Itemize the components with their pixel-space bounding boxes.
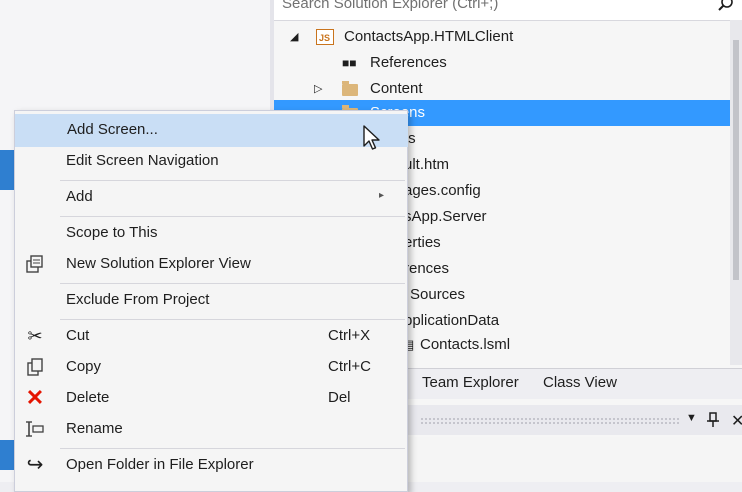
menu-item-scope-to-this[interactable]: Scope to This [15, 218, 406, 249]
scrollbar-thumb[interactable] [733, 40, 739, 280]
menu-item-label: Add [66, 188, 93, 205]
menu-separator [60, 448, 405, 449]
expanded-arrow-icon[interactable]: ◢ [290, 24, 298, 50]
menu-shortcut: Ctrl+C [328, 358, 371, 375]
menu-item-label: Rename [66, 420, 123, 437]
menu-separator [60, 319, 405, 320]
menu-item-delete[interactable]: ✕ Delete Del [15, 383, 406, 414]
menu-item-add-screen[interactable]: Add Screen... [15, 114, 408, 147]
tree-item-label: Sources [410, 286, 466, 303]
menu-item-label: Open Folder in File Explorer [66, 456, 254, 473]
tab-class-view[interactable]: Class View [543, 374, 617, 391]
mouse-cursor-icon [363, 125, 380, 150]
collapsed-arrow-icon[interactable]: ▷ [314, 76, 322, 102]
dropdown-arrow-icon[interactable]: ▼ [686, 412, 697, 424]
submenu-arrow-icon: ▸ [379, 190, 385, 201]
menu-item-label: Delete [66, 389, 110, 406]
new-view-icon [26, 255, 43, 273]
menu-shortcut: Del [328, 389, 351, 406]
menu-separator [60, 216, 405, 217]
menu-item-label: Scope to This [66, 224, 158, 241]
tree-item-label: ContactsApp.HTMLClient [344, 28, 514, 45]
menu-shortcut: Ctrl+X [328, 327, 371, 344]
menu-item-open-folder-in-file-explorer[interactable]: ↪ Open Folder in File Explorer [15, 450, 406, 481]
tree-item-label: sApp.Server [404, 208, 487, 225]
pin-icon[interactable] [706, 412, 720, 428]
copy-icon [27, 358, 43, 376]
javascript-project-icon: JS [316, 29, 334, 45]
scissors-icon: ✂ [27, 326, 43, 346]
menu-item-rename[interactable]: Rename [15, 414, 406, 445]
menu-item-cut[interactable]: ✂ Cut Ctrl+X [15, 321, 406, 352]
open-folder-icon: ↪ [26, 454, 44, 476]
svg-text:JS: JS [319, 33, 330, 43]
tree-item-label: References [370, 54, 447, 71]
tab-team-explorer[interactable]: Team Explorer [422, 374, 519, 391]
tree-item-htmlclient[interactable]: ◢ JS ContactsApp.HTMLClient [274, 24, 730, 50]
menu-item-edit-screen-navigation[interactable]: Edit Screen Navigation [15, 146, 406, 177]
rename-icon [26, 421, 44, 437]
tree-item-label: erties [404, 234, 441, 251]
menu-item-label: Exclude From Project [66, 291, 210, 308]
menu-item-label: Edit Screen Navigation [66, 152, 219, 169]
tree-item-references[interactable]: ■■ References [274, 50, 730, 76]
close-icon[interactable]: ✕ [731, 411, 742, 431]
properties-grip-pattern [420, 417, 680, 425]
left-selection-strip [0, 150, 14, 190]
tree-item-label: pplicationData [404, 312, 500, 329]
menu-item-exclude-from-project[interactable]: Exclude From Project [15, 285, 406, 316]
folder-icon [342, 81, 358, 96]
tree-item-label: Contacts.lsml [420, 336, 511, 353]
search-icon[interactable] [716, 0, 736, 14]
left-selection-strip [0, 440, 14, 470]
delete-icon: ✕ [25, 385, 45, 410]
menu-separator [60, 283, 405, 284]
menu-item-label: Add Screen... [67, 121, 158, 138]
tree-item-label: rences [404, 260, 450, 277]
menu-item-label: Cut [66, 327, 90, 344]
menu-separator [60, 180, 405, 181]
menu-item-label: New Solution Explorer View [66, 255, 251, 272]
tree-item-label: ult.htm [404, 156, 450, 173]
menu-item-add[interactable]: Add ▸ [15, 182, 406, 213]
tree-item-content[interactable]: ▷ Content [274, 76, 730, 102]
tree-item-label: Content [370, 80, 423, 97]
tree-item-label: ages.config [404, 182, 481, 199]
menu-item-label: Copy [66, 358, 102, 375]
menu-item-new-solution-explorer-view[interactable]: New Solution Explorer View [15, 249, 406, 280]
references-icon: ■■ [342, 56, 357, 70]
search-placeholder: Search Solution Explorer (Ctrl+;) [282, 0, 499, 12]
menu-item-copy[interactable]: Copy Ctrl+C [15, 352, 406, 383]
